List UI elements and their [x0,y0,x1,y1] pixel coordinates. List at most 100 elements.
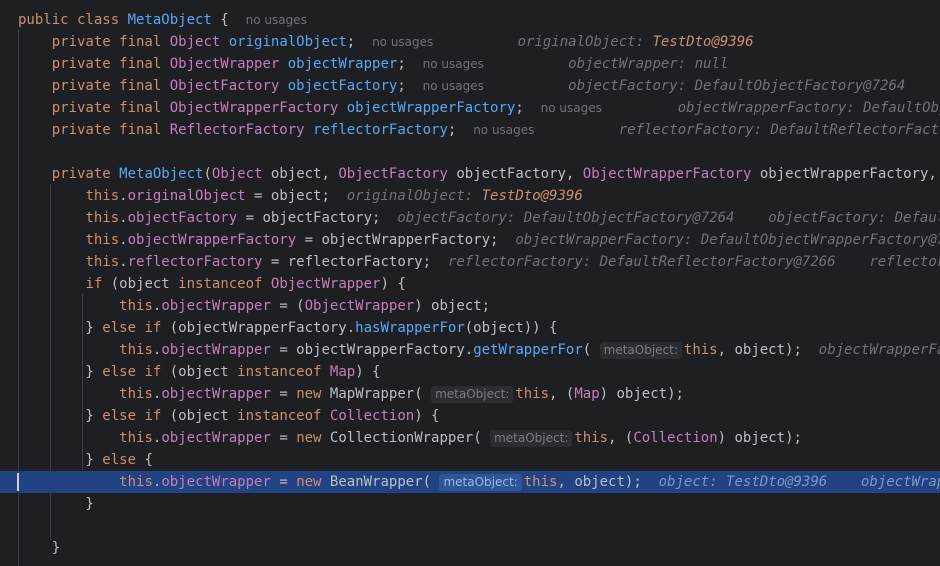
code-token: ; [346,34,373,50]
usage-hint[interactable]: no usages [423,79,484,93]
code-token: (object [169,364,238,380]
code-line[interactable]: } [0,537,940,559]
code-line-current[interactable]: this.objectWrapper = new BeanWrapper( me… [0,471,940,493]
code-token: . [119,254,128,270]
code-token: ) { [414,408,440,424]
code-token: (object [169,408,238,424]
code-token: (objectWrapperFactory. [169,320,356,336]
keyword-token: this [523,474,558,490]
text-caret [17,473,19,491]
code-line[interactable]: this.objectFactory = objectFactory; obje… [0,207,940,229]
code-line[interactable]: this.reflectorFactory = reflectorFactory… [0,251,940,273]
usage-hint[interactable]: no usages [473,123,534,137]
code-line[interactable]: private final Object originalObject; no … [0,31,940,53]
code-token: MetaObject [127,12,212,28]
code-token: ) object; [414,298,491,314]
keyword-token: this [119,298,153,314]
debug-inline-value: originalObject: [346,188,482,204]
keyword-token: instanceof [237,408,330,424]
debug-inline-value: objectWrapperFactory: DefaultObjectWrap [677,100,940,116]
type-token: Collection [329,408,415,424]
code-line[interactable]: if (object instanceof ObjectWrapper) { [0,273,940,295]
keyword-token: private final [51,56,170,72]
type-token: ObjectWrapperFactory [582,166,760,182]
code-token: ; [397,78,423,94]
type-token: Object [211,166,271,182]
keyword-token: else [102,452,145,468]
code-token: objectWrapper [161,298,271,314]
code-line[interactable]: } else { [0,449,940,471]
code-line[interactable]: private final ObjectFactory objectFactor… [0,75,940,97]
keyword-token: instanceof [237,364,330,380]
code-editor[interactable]: public class MetaObject { no usages priv… [0,0,940,566]
code-line[interactable]: private final ObjectWrapper objectWrappe… [0,53,940,75]
code-token: ( [203,166,212,182]
keyword-token: new [296,386,330,402]
code-token: objectFactory [287,78,398,94]
keyword-token: private final [51,34,170,50]
code-token: ) { [380,276,406,292]
code-token: } [18,496,94,512]
usage-hint[interactable]: no usages [423,57,484,71]
code-token: ; [515,100,541,116]
code-token: = objectWrapperFactory. [270,342,474,358]
code-token: objectFactory, [456,166,583,182]
code-line[interactable]: } else if (object instanceof Collection)… [0,405,940,427]
usage-hint[interactable]: no usages [372,35,433,49]
debug-value: TestDto@9396 [652,34,754,50]
usage-hint[interactable]: no usages [246,13,307,27]
debug-value: TestDto@9396 [481,188,583,204]
code-token: reflectorFactory [313,122,448,138]
type-token: ObjectFactory [338,166,457,182]
code-token: { [144,452,153,468]
code-line[interactable] [0,141,940,163]
code-line[interactable]: private MetaObject(Object object, Object… [0,163,940,185]
code-line[interactable]: } else if (object instanceof Map) { [0,361,940,383]
code-token: . [119,232,128,248]
code-line[interactable]: } [0,493,940,515]
keyword-token: public class [18,12,128,28]
type-token: ObjectFactory [169,78,288,94]
keyword-token: new [296,430,330,446]
code-line[interactable]: this.objectWrapper = (ObjectWrapper) obj… [0,295,940,317]
keyword-token: this [119,342,153,358]
keyword-token: private [51,166,120,182]
keyword-token: private final [51,122,170,138]
code-token: objectWrapperFactory [127,232,297,248]
keyword-token: else if [102,408,170,424]
type-token: ObjectWrapper [169,56,288,72]
code-line[interactable]: this.objectWrapper = objectWrapperFactor… [0,339,940,361]
usage-hint[interactable]: no usages [541,101,602,115]
keyword-token: instanceof [178,276,271,292]
code-token: originalObject [127,188,246,204]
code-line[interactable]: public class MetaObject { no usages [0,9,940,31]
code-line[interactable]: this.objectWrapper = new MapWrapper( met… [0,383,940,405]
code-token: ) { [355,364,381,380]
code-line[interactable]: this.objectWrapperFactory = objectWrappe… [0,229,940,251]
code-line[interactable]: } else if (objectWrapperFactory.hasWrapp… [0,317,940,339]
code-token: , object); [557,474,659,490]
code-token: = ( [270,298,305,314]
code-token: = [270,430,297,446]
code-line[interactable] [0,515,940,537]
code-line[interactable]: this.originalObject = object; originalOb… [0,185,940,207]
debug-inline-value: originalObject: [517,34,653,50]
keyword-token: this [119,430,153,446]
code-line[interactable]: private final ReflectorFactory reflector… [0,119,940,141]
code-token: = objectFactory; [237,210,398,226]
code-line[interactable]: private final ObjectWrapperFactory objec… [0,97,940,119]
code-line[interactable]: this.objectWrapper = new CollectionWrapp… [0,427,940,449]
code-token: ) object); [599,386,684,402]
debug-inline-value: reflectorFactory: DefaultReflectorFactor… [447,254,940,270]
debug-inline-value: objectWrapperFactory: DefaultObjectWrapp… [515,232,940,248]
keyword-token: this [515,386,550,402]
